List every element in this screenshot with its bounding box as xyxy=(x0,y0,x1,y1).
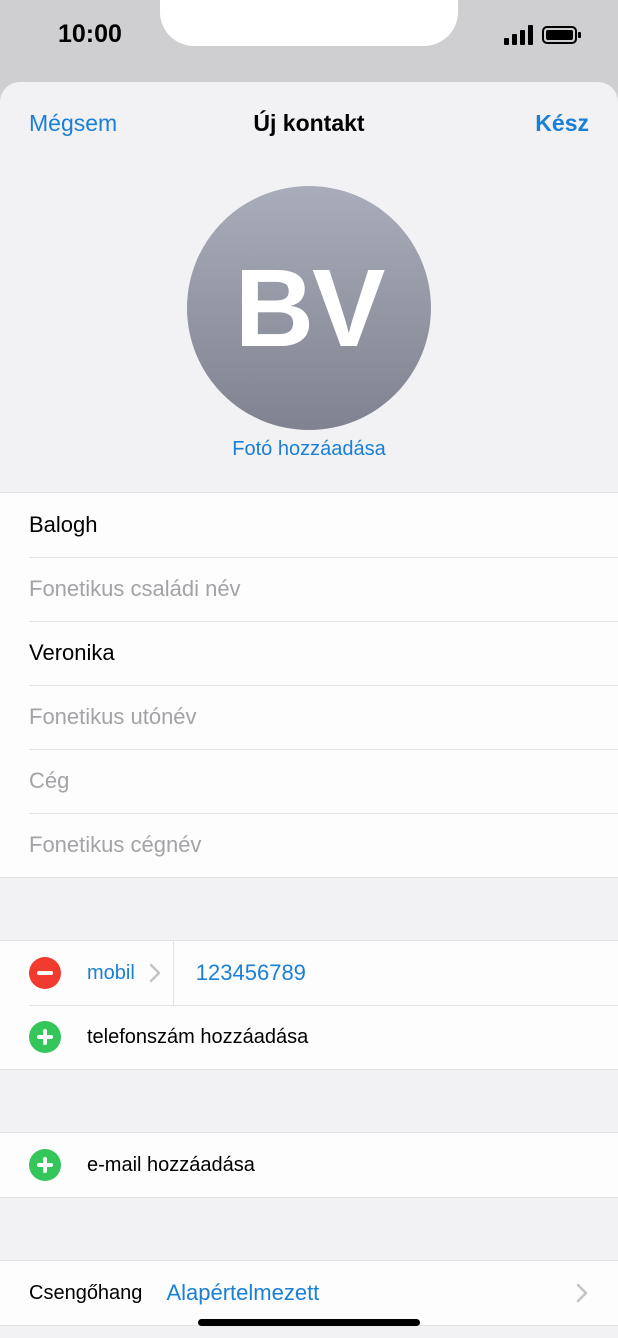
ringtone-row[interactable]: Csengőhang Alapértelmezett xyxy=(0,1261,618,1325)
ringtone-label: Csengőhang xyxy=(29,1281,143,1304)
phonetic-first-name-input[interactable] xyxy=(29,704,569,730)
add-email-row[interactable]: e-mail hozzáadása xyxy=(0,1133,618,1197)
device-screen: 10:00 Mégsem Új kontakt Kész BV Fotó hoz… xyxy=(0,0,618,1338)
avatar-initials: BV xyxy=(234,246,386,370)
phone-row: mobil 123456789 xyxy=(0,941,618,1005)
phonetic-company-row xyxy=(0,813,618,877)
first-name-row xyxy=(0,621,618,685)
done-button[interactable]: Kész xyxy=(535,110,589,137)
name-fields-group xyxy=(0,492,618,878)
company-row xyxy=(0,749,618,813)
navigation-bar: Mégsem Új kontakt Kész xyxy=(0,82,618,168)
new-contact-sheet: Mégsem Új kontakt Kész BV Fotó hozzáadás… xyxy=(0,82,618,1338)
phonetic-last-name-row xyxy=(0,557,618,621)
avatar[interactable]: BV xyxy=(187,186,431,430)
remove-phone-button[interactable] xyxy=(29,957,61,989)
add-email-label: e-mail hozzáadása xyxy=(87,1153,255,1176)
plus-icon xyxy=(37,1157,53,1173)
email-group: e-mail hozzáadása xyxy=(0,1132,618,1198)
phonetic-company-input[interactable] xyxy=(29,832,569,858)
add-phone-button[interactable] xyxy=(29,1021,61,1053)
add-email-button[interactable] xyxy=(29,1149,61,1181)
notch xyxy=(160,0,458,46)
page-title: Új kontakt xyxy=(253,110,365,136)
plus-icon xyxy=(37,1029,53,1045)
minus-icon xyxy=(37,971,53,975)
add-phone-row[interactable]: telefonszám hozzáadása xyxy=(0,1005,618,1069)
chevron-right-icon xyxy=(576,1283,588,1303)
status-bar: 10:00 xyxy=(0,0,618,82)
status-time: 10:00 xyxy=(58,20,122,48)
phonetic-first-name-row xyxy=(0,685,618,749)
chevron-right-icon[interactable] xyxy=(149,963,161,983)
last-name-row xyxy=(0,493,618,557)
ringtone-value: Alapértelmezett xyxy=(166,1280,320,1305)
company-input[interactable] xyxy=(29,768,569,794)
phone-number-value[interactable]: 123456789 xyxy=(196,960,306,986)
vertical-separator xyxy=(172,941,174,1005)
phone-type-label[interactable]: mobil xyxy=(87,962,135,985)
phone-group: mobil 123456789 telefonszám hozzáadása xyxy=(0,940,618,1070)
battery-icon xyxy=(542,26,581,44)
signal-icon xyxy=(504,25,533,45)
home-indicator[interactable] xyxy=(198,1319,420,1326)
add-photo-button[interactable]: Fotó hozzáadása xyxy=(0,438,618,461)
phonetic-last-name-input[interactable] xyxy=(29,576,569,602)
add-phone-label: telefonszám hozzáadása xyxy=(87,1025,309,1048)
first-name-input[interactable] xyxy=(29,640,569,666)
ringtone-group: Csengőhang Alapértelmezett xyxy=(0,1260,618,1326)
last-name-input[interactable] xyxy=(29,512,569,538)
